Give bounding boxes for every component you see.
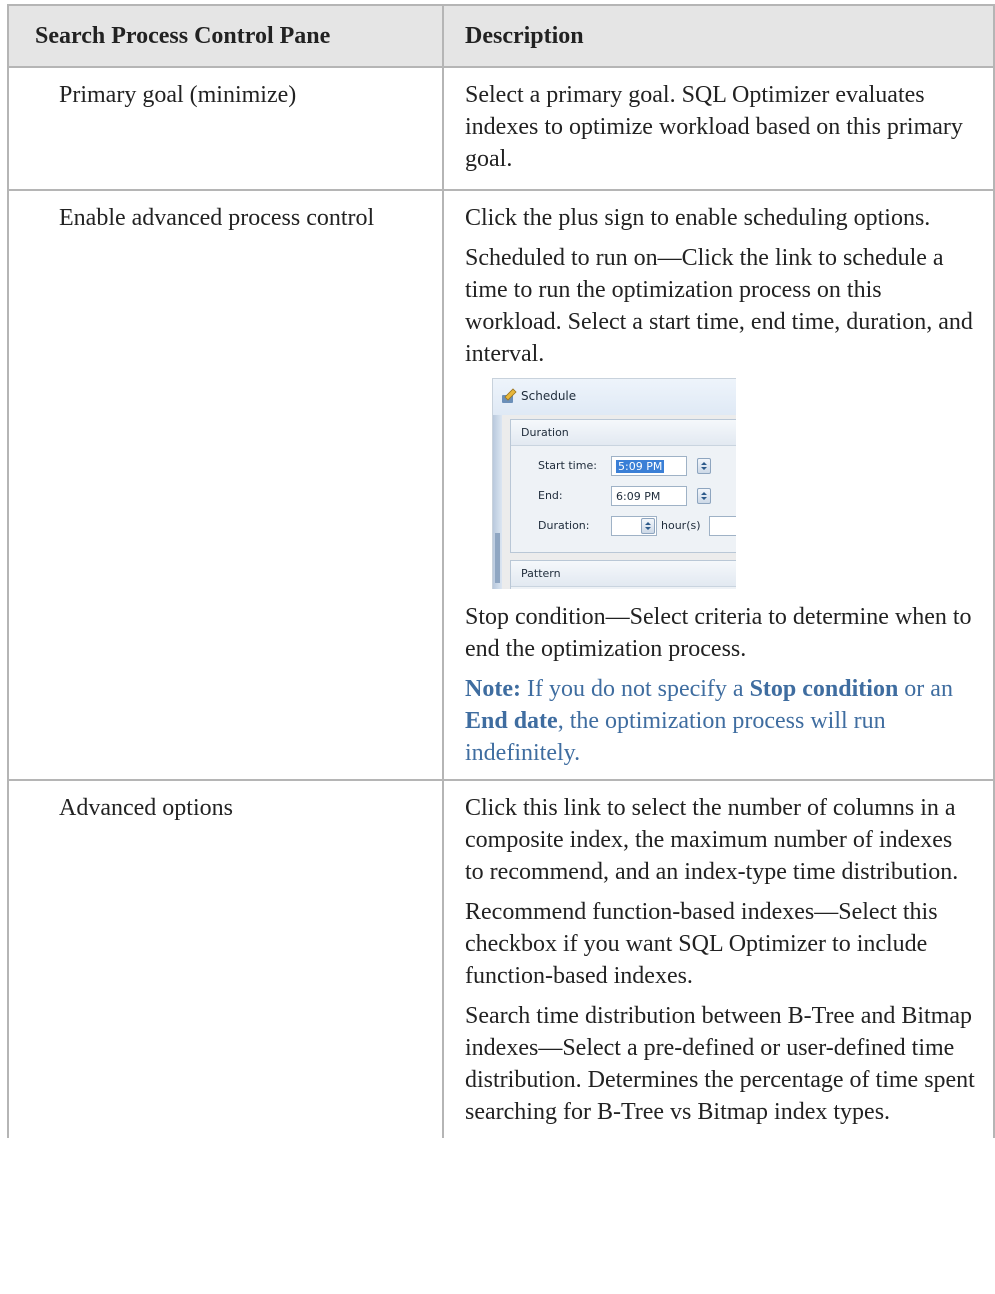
note-paragraph: Note: If you do not specify a Stop condi… [465,676,953,766]
desc-paragraph: Stop condition—Select criteria to determ… [465,604,972,662]
end-time-spinner-icon[interactable] [697,488,711,504]
duration-group-label: Duration [521,426,569,439]
start-time-field[interactable]: 5:09 PM [611,456,687,476]
duration-extra-field[interactable] [709,516,736,536]
duration-unit-label: hour(s) [661,519,701,532]
table-row: Primary goal (minimize) Select a primary… [7,67,995,190]
dialog-title: Schedule [521,389,577,403]
pattern-group-label: Pattern [521,567,561,580]
table-header-row: Search Process Control Pane Description [7,5,995,67]
desc-paragraph: Recommend function-based indexes—Select … [465,899,938,989]
schedule-dialog-screenshot: Schedule Duration Start time: 5:09 PM En… [492,378,736,589]
desc-paragraph: Click this link to select the number of … [465,795,959,885]
schedule-icon [502,388,517,403]
dialog-left-scrollbar [493,415,502,589]
duration-label: Duration: [538,519,590,532]
start-time-spinner-icon[interactable] [697,458,711,474]
note-bold-stop-condition: Stop condition [749,676,899,702]
desc-paragraph: Select a primary goal. SQL Optimizer eva… [465,82,963,172]
row-name-primary-goal: Primary goal (minimize) [7,67,444,190]
table-row: Enable advanced process control Click th… [7,190,995,780]
duration-group: Duration Start time: 5:09 PM End: 6:09 P… [510,419,736,553]
desc-paragraph: Click the plus sign to enable scheduling… [465,205,931,231]
note-lead: Note: [465,676,521,702]
header-pane-label: Search Process Control Pane [35,23,331,49]
start-time-value: 5:09 PM [616,460,665,473]
header-description: Description [442,5,995,67]
row-desc-advanced-options: Click this link to select the number of … [442,780,995,1138]
header-pane: Search Process Control Pane [7,5,444,67]
row-desc-primary-goal: Select a primary goal. SQL Optimizer eva… [442,67,995,190]
pattern-group: Pattern [510,560,736,589]
dialog-title-bar: Schedule [493,379,736,415]
desc-paragraph: Search time distribution between B-Tree … [465,1003,975,1125]
duration-spinner-icon[interactable] [641,518,655,534]
row-desc-advanced-process-control: Click the plus sign to enable scheduling… [442,190,995,780]
header-description-label: Description [465,23,584,49]
note-bold-end-date: End date [465,708,558,734]
row-name-advanced-process-control: Enable advanced process control [7,190,444,780]
process-control-table: Search Process Control Pane Description … [7,4,995,1138]
end-time-value: 6:09 PM [616,490,661,503]
desc-paragraph: Scheduled to run on—Click the link to sc… [465,245,973,367]
table-row: Advanced options Click this link to sele… [7,780,995,1138]
end-label: End: [538,489,563,502]
end-time-field[interactable]: 6:09 PM [611,486,687,506]
row-name-advanced-options: Advanced options [7,780,444,1138]
start-time-label: Start time: [538,459,597,472]
